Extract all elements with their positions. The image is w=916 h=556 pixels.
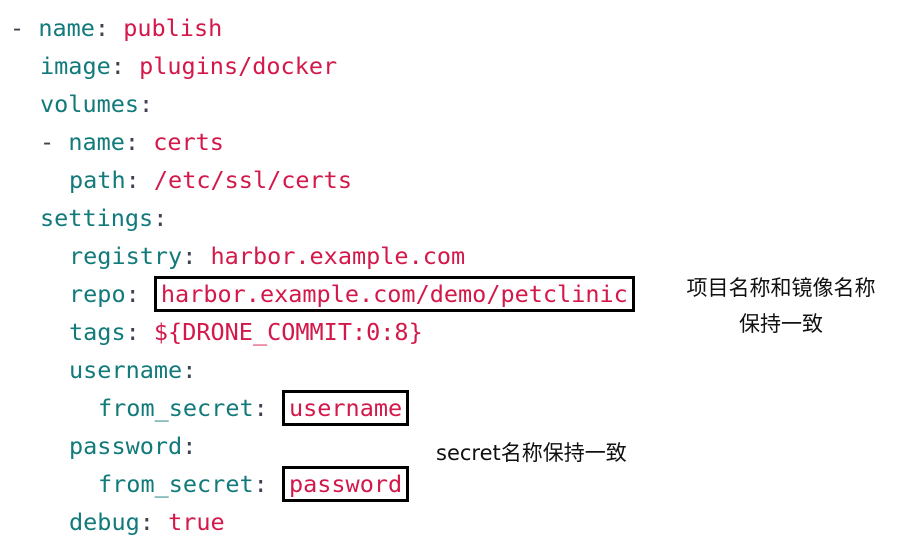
yaml-colon: : xyxy=(125,280,140,308)
yaml-line-password-secret: from_secret: password xyxy=(98,465,410,503)
yaml-colon: : xyxy=(124,128,140,156)
yaml-value: publish xyxy=(123,14,223,42)
yaml-key: name xyxy=(68,128,125,156)
yaml-line-volume-name: - name: certs xyxy=(40,123,224,161)
yaml-key: password xyxy=(69,432,183,460)
secret-annotation-text: secret名称保持一致 xyxy=(436,441,627,465)
yaml-key: tags xyxy=(69,318,126,346)
yaml-key: name xyxy=(38,14,95,42)
yaml-key: debug xyxy=(69,508,140,536)
yaml-key: path xyxy=(69,166,126,194)
yaml-key: repo xyxy=(69,280,126,308)
yaml-value: true xyxy=(168,508,225,536)
yaml-line-image: image: plugins/docker xyxy=(40,47,337,85)
yaml-key: settings xyxy=(40,204,154,232)
secret-annotation: secret名称保持一致 xyxy=(436,435,686,471)
yaml-line-repo: repo: harbor.example.com/demo/petclinic xyxy=(69,275,635,313)
yaml-line-username-secret: from_secret: username xyxy=(98,389,410,427)
yaml-colon: : xyxy=(253,394,268,422)
yaml-colon: : xyxy=(253,470,268,498)
yaml-colon: : xyxy=(182,432,197,460)
yaml-colon: : xyxy=(125,166,140,194)
yaml-colon: : xyxy=(125,318,140,346)
yaml-line-volumes: volumes: xyxy=(40,85,153,123)
yaml-colon: : xyxy=(182,356,197,384)
password-secret-highlight: password xyxy=(281,466,410,502)
yaml-line-name-publish: - name: publish xyxy=(10,9,222,47)
yaml-value: certs xyxy=(153,128,224,156)
repo-annotation-line1: 项目名称和镜像名称 xyxy=(686,276,876,300)
repo-annotation-line2: 保持一致 xyxy=(739,312,823,336)
repo-annotation: 项目名称和镜像名称 保持一致 xyxy=(656,270,906,342)
yaml-key: image xyxy=(40,52,111,80)
username-secret-highlight: username xyxy=(281,390,410,426)
yaml-key: volumes xyxy=(40,90,140,118)
yaml-colon: : xyxy=(182,242,197,270)
yaml-key: from_secret xyxy=(98,394,254,422)
yaml-colon: : xyxy=(139,90,154,118)
yaml-key: from_secret xyxy=(98,470,254,498)
repo-value-highlight: harbor.example.com/demo/petclinic xyxy=(153,276,635,312)
list-dash: - xyxy=(40,128,55,156)
yaml-colon: : xyxy=(139,508,154,536)
list-dash: - xyxy=(10,14,25,42)
yaml-line-registry: registry: harbor.example.com xyxy=(69,237,465,275)
yaml-key: username xyxy=(69,356,183,384)
yaml-colon: : xyxy=(94,14,110,42)
yaml-line-settings: settings: xyxy=(40,199,167,237)
yaml-value: ${DRONE_COMMIT:0:8} xyxy=(153,318,423,346)
yaml-line-username: username: xyxy=(69,351,196,389)
yaml-value: plugins/docker xyxy=(139,52,338,80)
yaml-colon: : xyxy=(153,204,168,232)
yaml-value: harbor.example.com xyxy=(210,242,466,270)
yaml-key: registry xyxy=(69,242,183,270)
yaml-colon: : xyxy=(110,52,125,80)
yaml-line-path: path: /etc/ssl/certs xyxy=(69,161,352,199)
yaml-value: /etc/ssl/certs xyxy=(153,166,352,194)
yaml-line-debug: debug: true xyxy=(69,503,225,541)
yaml-line-tags: tags: ${DRONE_COMMIT:0:8} xyxy=(69,313,423,351)
yaml-line-password: password: xyxy=(69,427,196,465)
